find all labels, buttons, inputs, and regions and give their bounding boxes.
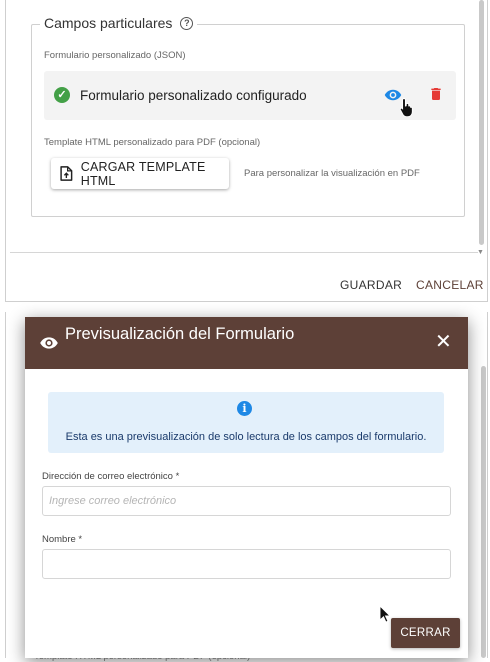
trash-icon <box>431 88 441 100</box>
help-circle-icon[interactable]: ? <box>180 16 194 30</box>
form-preview-dialog: Previsualización del Formulario ✕ i Esta… <box>25 317 468 658</box>
close-icon[interactable]: ✕ <box>435 332 452 352</box>
upload-html-template-button[interactable]: CARGAR TEMPLATE HTML <box>51 158 229 189</box>
scroll-down-arrow[interactable]: ▼ <box>477 249 484 256</box>
dialog-header: Previsualización del Formulario ✕ <box>25 317 468 369</box>
html-template-label: Template HTML personalizado para PDF (op… <box>44 137 261 148</box>
email-field-label: Dirección de correo electrónico * <box>42 471 180 482</box>
close-dialog-button[interactable]: CERRAR <box>391 618 460 648</box>
cancel-button[interactable]: CANCELAR <box>416 278 484 292</box>
configured-form-text: Formulario personalizado configurado <box>80 88 307 103</box>
panel-scrollbar[interactable]: ▼ <box>477 0 485 256</box>
background-panel-border-right <box>487 312 488 658</box>
upload-button-label: CARGAR TEMPLATE HTML <box>80 159 206 188</box>
info-icon: i <box>237 401 252 416</box>
upload-hint-text: Para personalizar la visualización en PD… <box>244 168 420 179</box>
email-field[interactable] <box>42 486 451 516</box>
file-upload-icon <box>60 166 73 181</box>
background-panel-border-left <box>5 312 6 658</box>
form-editor-panel: Campos particulares ? Formulario persona… <box>5 0 488 302</box>
name-field-label: Nombre * <box>42 534 83 545</box>
custom-fields-section: Campos particulares ? Formulario persona… <box>31 15 465 217</box>
name-field[interactable] <box>42 549 451 579</box>
mouse-pointer-cursor <box>379 604 392 623</box>
info-alert: i Esta es una previsualización de solo l… <box>48 392 444 453</box>
check-circle-icon: ✓ <box>54 87 70 103</box>
panel-scrollbar-thumb[interactable] <box>479 0 484 245</box>
dialog-title: Previsualización del Formulario <box>65 325 295 343</box>
section-title: Campos particulares <box>44 15 173 31</box>
info-alert-text: Esta es una previsualización de solo lec… <box>65 431 427 443</box>
json-form-label: Formulario personalizado (JSON) <box>44 50 186 61</box>
pointer-hand-cursor <box>399 97 415 118</box>
eye-icon <box>39 335 59 351</box>
custom-fields-legend: Campos particulares ? <box>40 15 198 31</box>
background-scrollbar[interactable] <box>481 366 486 658</box>
form-editor-content: Campos particulares ? Formulario persona… <box>10 0 478 253</box>
configured-form-box: ✓ Formulario personalizado configurado <box>44 71 456 120</box>
save-button[interactable]: GUARDAR <box>340 278 402 292</box>
delete-form-button[interactable] <box>428 85 444 103</box>
